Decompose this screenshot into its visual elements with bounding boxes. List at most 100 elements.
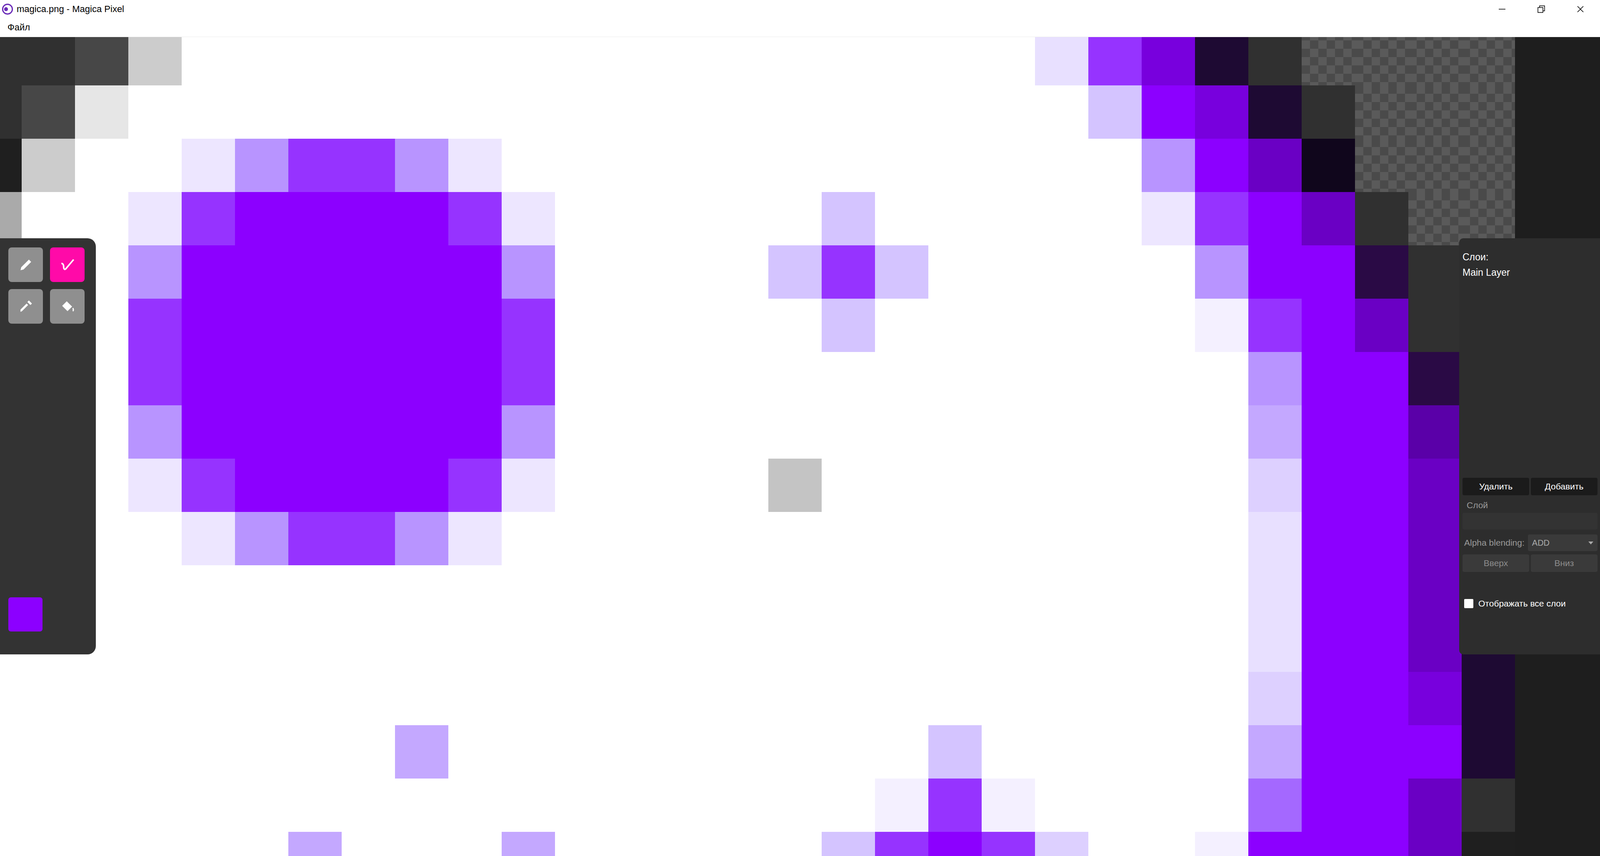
canvas-pixel (341, 565, 395, 619)
canvas-pixel (501, 618, 555, 673)
canvas-pixel (1355, 245, 1409, 299)
canvas-pixel (128, 352, 182, 406)
canvas-pixel (181, 458, 235, 513)
canvas-pixel (288, 618, 342, 673)
canvas-pixel (288, 138, 342, 193)
canvas-pixel (341, 192, 395, 246)
canvas-pixel (0, 192, 22, 246)
canvas-pixel (821, 298, 875, 353)
canvas-pixel (981, 778, 1035, 833)
canvas-pixel (1301, 512, 1355, 566)
close-button[interactable] (1560, 0, 1600, 19)
canvas-pixel (235, 37, 289, 86)
canvas-pixel (1355, 405, 1409, 459)
canvas-pixel (661, 37, 715, 86)
canvas-pixel (128, 192, 182, 246)
canvas-pixel (821, 512, 875, 566)
canvas[interactable] (0, 37, 1515, 856)
canvas-pixel (448, 298, 502, 353)
canvas-pixel (501, 512, 555, 566)
layer-name-input[interactable] (1462, 512, 1598, 530)
canvas-pixel (1195, 512, 1249, 566)
canvas-pixel (981, 37, 1035, 86)
tool-button[interactable] (50, 247, 85, 283)
canvas-pixel (768, 352, 822, 406)
canvas-pixel (981, 245, 1035, 299)
canvas-pixel (1141, 832, 1195, 856)
fill-bucket-icon (58, 297, 77, 316)
canvas-pixel (928, 245, 982, 299)
canvas-pixel (1461, 725, 1515, 779)
current-color-swatch[interactable] (8, 597, 43, 632)
tool-button[interactable] (50, 289, 85, 324)
canvas-pixel (1408, 618, 1462, 673)
canvas-pixel (1248, 672, 1302, 726)
canvas-pixel (1195, 725, 1249, 779)
canvas-pixel (1141, 405, 1195, 459)
canvas-pixel (21, 85, 75, 139)
canvas-pixel (395, 512, 449, 566)
layer-action-button[interactable]: Добавить (1530, 477, 1598, 496)
canvas-pixel (21, 37, 75, 86)
canvas-pixel (1408, 725, 1462, 779)
layer-item[interactable]: Main Layer (1462, 266, 1598, 280)
minimize-button[interactable] (1482, 0, 1522, 19)
canvas-pixel (181, 405, 235, 459)
canvas-pixel (181, 618, 235, 673)
canvas-pixel (235, 405, 289, 459)
show-all-checkbox[interactable]: Отображать все слои (1462, 598, 1598, 609)
canvas-pixel (501, 352, 555, 406)
canvas-pixel (608, 37, 662, 86)
canvas-pixel (1035, 832, 1089, 856)
canvas-pixel (981, 512, 1035, 566)
layer-action-button[interactable]: Удалить (1462, 477, 1530, 496)
canvas-pixel (1088, 672, 1142, 726)
brush-icon (58, 255, 77, 275)
canvas-pixel (555, 405, 609, 459)
menu-item[interactable]: Файл (5, 20, 32, 35)
canvas-pixel (1088, 618, 1142, 673)
canvas-pixel (981, 405, 1035, 459)
canvas-pixel (448, 138, 502, 193)
tool-button[interactable] (8, 247, 43, 283)
canvas-pixel (1355, 298, 1409, 353)
canvas-pixel (875, 298, 929, 353)
canvas-pixel (661, 245, 715, 299)
layer-order-button[interactable]: Вверх (1462, 554, 1530, 573)
canvas-pixel (1408, 565, 1462, 619)
canvas-pixel (1355, 352, 1409, 406)
canvas-pixel (715, 352, 769, 406)
canvas-pixel (821, 458, 875, 513)
layer-list: Main Layer (1462, 263, 1598, 475)
canvas-pixel (501, 245, 555, 299)
tool-button[interactable] (8, 289, 43, 324)
canvas-pixel (555, 778, 609, 833)
canvas-pixel (608, 512, 662, 566)
canvas-pixel (1408, 192, 1462, 246)
canvas-pixel (875, 725, 929, 779)
canvas-pixel (661, 138, 715, 193)
canvas-pixel (768, 672, 822, 726)
layer-order-button[interactable]: Вниз (1530, 554, 1598, 573)
canvas-pixel (341, 778, 395, 833)
canvas-pixel (181, 672, 235, 726)
canvas-pixel (1301, 458, 1355, 513)
canvas-pixel (288, 85, 342, 139)
canvas-pixel (501, 405, 555, 459)
canvas-pixel (128, 245, 182, 299)
canvas-pixel (1461, 85, 1515, 139)
restore-button[interactable] (1521, 0, 1561, 19)
canvas-pixel (1301, 37, 1355, 86)
alpha-select[interactable]: ADD (1527, 534, 1598, 552)
canvas-pixel (1248, 138, 1302, 193)
canvas-pixel (715, 138, 769, 193)
canvas-pixel (21, 778, 75, 833)
canvas-pixel (661, 672, 715, 726)
canvas-pixel (21, 725, 75, 779)
canvas-pixel (1195, 37, 1249, 86)
canvas-pixel (1088, 832, 1142, 856)
canvas-pixel (555, 352, 609, 406)
canvas-pixel (981, 352, 1035, 406)
canvas-pixel (1195, 85, 1249, 139)
canvas-pixel (448, 618, 502, 673)
